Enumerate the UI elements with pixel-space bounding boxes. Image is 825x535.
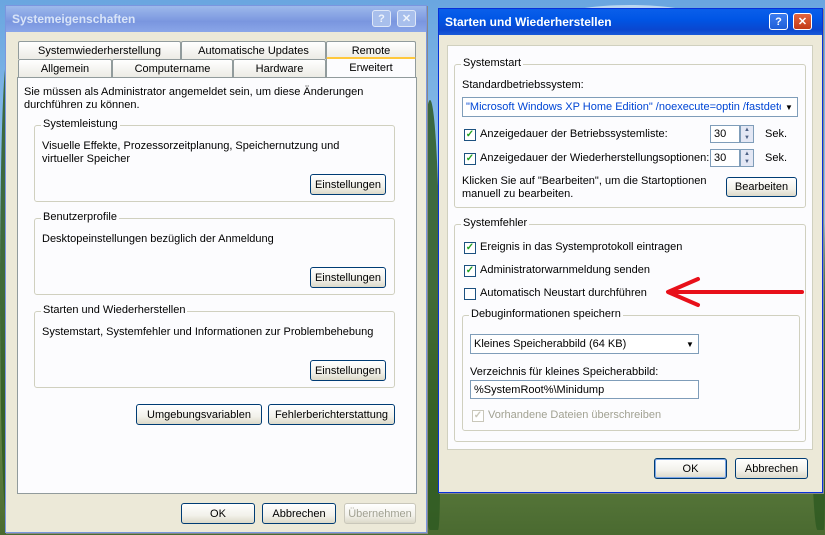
tab-allgemein[interactable]: Allgemein <box>18 59 112 77</box>
tab-label: Remote <box>351 44 391 57</box>
ok-button[interactable]: OK <box>654 458 727 479</box>
group-title: Systemstart <box>461 57 524 69</box>
help-icon: ? <box>775 15 782 28</box>
check-icon: ✓ <box>465 242 475 253</box>
close-icon: ✕ <box>797 16 808 28</box>
title-bar[interactable]: Starten und Wiederherstellen ? ✕ <box>439 9 822 35</box>
default-os-dropdown[interactable]: "Microsoft Windows XP Home Edition" /noe… <box>462 97 798 117</box>
cancel-button[interactable]: Abbrechen <box>735 458 808 479</box>
close-button[interactable]: ✕ <box>793 13 812 30</box>
event-log-label: Ereignis in das Systemprotokoll eintrage… <box>480 241 683 253</box>
recovery-spinner[interactable]: ▲ ▼ <box>740 149 754 167</box>
os-list-checkbox[interactable]: ✓ <box>464 129 476 141</box>
down-icon[interactable]: ▼ <box>741 134 753 142</box>
groupbox-systemleistung: Systemleistung Visuelle Effekte, Prozess… <box>34 118 395 202</box>
default-os-label: Standardbetriebssystem: <box>462 79 584 91</box>
chevron-down-icon[interactable]: ▼ <box>682 335 698 353</box>
window-title: Systemeigenschaften <box>12 12 136 26</box>
groupbox-benutzerprofile: Benutzerprofile Desktopeinstellungen bez… <box>34 211 395 295</box>
group-title: Starten und Wiederherstellen <box>41 304 188 316</box>
tab-systemwiederherstellung[interactable]: Systemwiederherstellung <box>18 41 181 59</box>
title-bar[interactable]: Systemeigenschaften ? ✕ <box>6 6 426 32</box>
environment-variables-button[interactable]: Umgebungsvariablen <box>136 404 262 425</box>
tab-label: Computername <box>134 62 211 75</box>
os-list-spinner[interactable]: ▲ ▼ <box>740 125 754 143</box>
tab-automatische-updates[interactable]: Automatische Updates <box>181 41 326 59</box>
system-properties-window: Systemeigenschaften ? ✕ Systemwiederhers… <box>5 5 427 533</box>
group-description: Visuelle Effekte, Prozessorzeitplanung, … <box>42 140 340 165</box>
help-button[interactable]: ? <box>372 10 391 27</box>
edit-button[interactable]: Bearbeiten <box>726 177 797 197</box>
os-list-seconds-input[interactable]: 30 <box>710 125 740 143</box>
window-title: Starten und Wiederherstellen <box>445 15 612 29</box>
group-title: Debuginformationen speichern <box>469 308 623 320</box>
groupbox-systemfehler: Systemfehler ✓ Ereignis in das Systempro… <box>454 217 806 442</box>
dump-dir-input[interactable]: %SystemRoot%\Minidump <box>470 380 699 399</box>
dump-dir-label: Verzeichnis für kleines Speicherabbild: <box>470 366 659 378</box>
groupbox-starten-und-wiederherstellen: Starten und Wiederherstellen Systemstart… <box>34 304 395 388</box>
edit-hint: Klicken Sie auf "Bearbeiten", um die Sta… <box>462 175 707 200</box>
default-os-value: "Microsoft Windows XP Home Edition" /noe… <box>466 101 794 113</box>
seconds-unit: Sek. <box>765 128 788 140</box>
help-icon: ? <box>378 12 385 25</box>
group-title: Systemleistung <box>41 118 120 130</box>
tab-panel-erweitert: Sie müssen als Administrator angemeldet … <box>17 77 417 494</box>
check-icon: ✓ <box>465 265 475 276</box>
error-reporting-button[interactable]: Fehlerberichterstattung <box>268 404 395 425</box>
annotation-arrow <box>666 277 804 307</box>
auto-restart-checkbox[interactable] <box>464 288 476 300</box>
recovery-label: Anzeigedauer der Wiederherstellungsoptio… <box>480 152 710 164</box>
check-icon: ✓ <box>465 129 475 140</box>
check-icon: ✓ <box>465 153 475 164</box>
cancel-button[interactable]: Abbrechen <box>262 503 336 524</box>
up-icon[interactable]: ▲ <box>741 150 753 158</box>
down-icon[interactable]: ▼ <box>741 158 753 166</box>
seconds-unit: Sek. <box>765 152 788 164</box>
tab-label: Allgemein <box>40 62 90 75</box>
admin-alert-label: Administratorwarnmeldung senden <box>480 264 650 276</box>
help-button[interactable]: ? <box>769 13 788 30</box>
overwrite-checkbox[interactable]: ✓ <box>472 410 484 422</box>
dump-type-dropdown[interactable]: Kleines Speicherabbild (64 KB) ▼ <box>470 334 699 354</box>
recovery-checkbox[interactable]: ✓ <box>464 153 476 165</box>
check-icon: ✓ <box>473 410 483 421</box>
group-description: Systemstart, Systemfehler und Informatio… <box>42 326 374 338</box>
close-icon: ✕ <box>401 13 412 25</box>
tab-label: Automatische Updates <box>198 44 309 57</box>
groupbox-debuginformationen: Debuginformationen speichern Kleines Spe… <box>462 308 800 431</box>
os-list-label: Anzeigedauer der Betriebssystemliste: <box>480 128 668 140</box>
auto-restart-label: Automatisch Neustart durchführen <box>480 287 647 299</box>
tab-label: Systemwiederherstellung <box>38 44 161 57</box>
recovery-seconds-input[interactable]: 30 <box>710 149 740 167</box>
groupbox-systemstart: Systemstart Standardbetriebssystem: "Mic… <box>454 57 806 208</box>
up-icon[interactable]: ▲ <box>741 126 753 134</box>
tab-label: Hardware <box>255 62 304 75</box>
admin-note: Sie müssen als Administrator angemeldet … <box>24 86 364 111</box>
admin-alert-checkbox[interactable]: ✓ <box>464 265 476 277</box>
close-button[interactable]: ✕ <box>397 10 416 27</box>
profiles-settings-button[interactable]: Einstellungen <box>310 267 386 288</box>
chevron-down-icon[interactable]: ▼ <box>781 98 797 116</box>
tab-hardware[interactable]: Hardware <box>233 59 326 77</box>
overwrite-label: Vorhandene Dateien überschreiben <box>488 409 662 421</box>
group-title: Systemfehler <box>461 217 530 229</box>
startup-recovery-window: Starten und Wiederherstellen ? ✕ Systems… <box>438 8 823 493</box>
dialog-body: Systemstart Standardbetriebssystem: "Mic… <box>447 45 813 450</box>
startup-settings-button[interactable]: Einstellungen <box>310 360 386 381</box>
group-description: Desktopeinstellungen bezüglich der Anmel… <box>42 233 274 245</box>
group-title: Benutzerprofile <box>41 211 119 223</box>
tab-computername[interactable]: Computername <box>112 59 233 77</box>
event-log-checkbox[interactable]: ✓ <box>464 242 476 254</box>
apply-button[interactable]: Übernehmen <box>344 503 416 524</box>
performance-settings-button[interactable]: Einstellungen <box>310 174 386 195</box>
ok-button[interactable]: OK <box>181 503 255 524</box>
tab-label: Erweitert <box>349 62 393 74</box>
dump-type-value: Kleines Speicherabbild (64 KB) <box>474 338 627 350</box>
tab-erweitert[interactable]: Erweitert <box>326 57 416 77</box>
